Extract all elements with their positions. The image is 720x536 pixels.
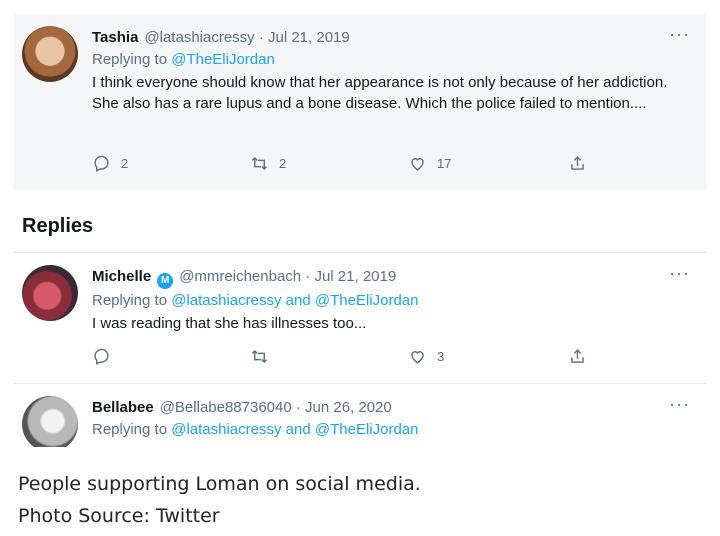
avatar[interactable] <box>22 396 78 447</box>
reply-button[interactable] <box>92 347 111 366</box>
mention-link[interactable]: @TheEliJordan <box>171 51 275 68</box>
replying-to-label: Replying to <box>92 51 168 68</box>
mention-link[interactable]: @TheEliJordan <box>315 292 419 309</box>
replying-and: and <box>285 421 311 438</box>
like-count: 3 <box>437 349 445 364</box>
tweet-header: Tashia @latashiacressy · Jul 21, 2019 <box>92 28 686 48</box>
heart-icon <box>411 158 424 171</box>
reply-icon <box>94 348 109 365</box>
like-count: 17 <box>437 156 452 171</box>
replies-heading: Replies <box>22 215 94 237</box>
tweet-actions: 2 2 17 <box>92 154 612 178</box>
replying-to-line: Replying to @latashiacressy and @TheEliJ… <box>92 291 686 311</box>
replying-to-line: Replying to @latashiacressy and @TheEliJ… <box>92 420 686 440</box>
display-name[interactable]: Michelle <box>92 268 151 285</box>
retweet-icon <box>251 349 268 364</box>
replying-to-line: Replying to @TheEliJordan <box>92 50 686 70</box>
replying-to-label: Replying to <box>92 421 168 438</box>
tweet-text: I was reading that she has illnesses too… <box>92 315 367 332</box>
share-button[interactable] <box>568 154 587 173</box>
verified-badge-icon: M <box>157 273 174 289</box>
replying-to-label: Replying to <box>92 292 168 309</box>
more-icon[interactable]: ··· <box>669 25 690 43</box>
tweet-text: I think everyone should know that her ap… <box>92 74 668 112</box>
replying-and: and <box>285 292 311 309</box>
handle-date: @latashiacressy · Jul 21, 2019 <box>144 29 350 46</box>
avatar[interactable] <box>22 265 78 321</box>
tweet-content: Bellabee @Bellabe88736040 · Jun 26, 2020 … <box>92 398 686 440</box>
main-tweet[interactable]: Tashia @latashiacressy · Jul 21, 2019 Rep… <box>14 14 706 190</box>
reply-icon <box>94 155 109 172</box>
avatar[interactable] <box>22 26 78 82</box>
retweet-count: 2 <box>279 156 287 171</box>
mention-link[interactable]: @latashiacressy <box>171 292 281 309</box>
like-button[interactable]: 17 <box>408 154 451 173</box>
handle-date: @mmreichenbach · Jul 21, 2019 <box>179 268 397 285</box>
mention-link[interactable]: @latashiacressy <box>171 421 281 438</box>
heart-icon <box>411 351 424 364</box>
retweet-button[interactable]: 2 <box>250 154 286 173</box>
caption-line-1: People supporting Loman on social media. <box>18 473 421 495</box>
tweet-header: Bellabee @Bellabe88736040 · Jun 26, 2020 <box>92 398 686 418</box>
handle-date: @Bellabe88736040 · Jun 26, 2020 <box>159 399 392 416</box>
share-button[interactable] <box>568 347 587 366</box>
tweet-content: Michelle M @mmreichenbach · Jul 21, 2019 R… <box>92 267 686 334</box>
caption-line-2: Photo Source: Twitter <box>18 505 220 527</box>
mention-link[interactable]: @TheEliJordan <box>315 421 419 438</box>
more-icon[interactable]: ··· <box>669 264 690 282</box>
display-name[interactable]: Bellabee <box>92 399 154 416</box>
reply-button[interactable]: 2 <box>92 154 128 173</box>
tweet-header: Michelle M @mmreichenbach · Jul 21, 2019 <box>92 267 686 289</box>
reply-tweet[interactable]: Bellabee @Bellabe88736040 · Jun 26, 2020 … <box>14 383 706 447</box>
more-icon[interactable]: ··· <box>669 395 690 413</box>
reply-tweet[interactable]: Michelle M @mmreichenbach · Jul 21, 2019 R… <box>14 252 706 382</box>
share-icon <box>571 349 584 363</box>
like-button[interactable]: 3 <box>408 347 444 366</box>
retweet-icon <box>251 156 268 171</box>
tweet-content: Tashia @latashiacressy · Jul 21, 2019 Rep… <box>92 28 686 114</box>
tweet-actions: 3 <box>92 347 612 371</box>
retweet-button[interactable] <box>250 347 269 366</box>
display-name[interactable]: Tashia <box>92 29 138 46</box>
share-icon <box>571 156 584 170</box>
reply-count: 2 <box>121 156 129 171</box>
